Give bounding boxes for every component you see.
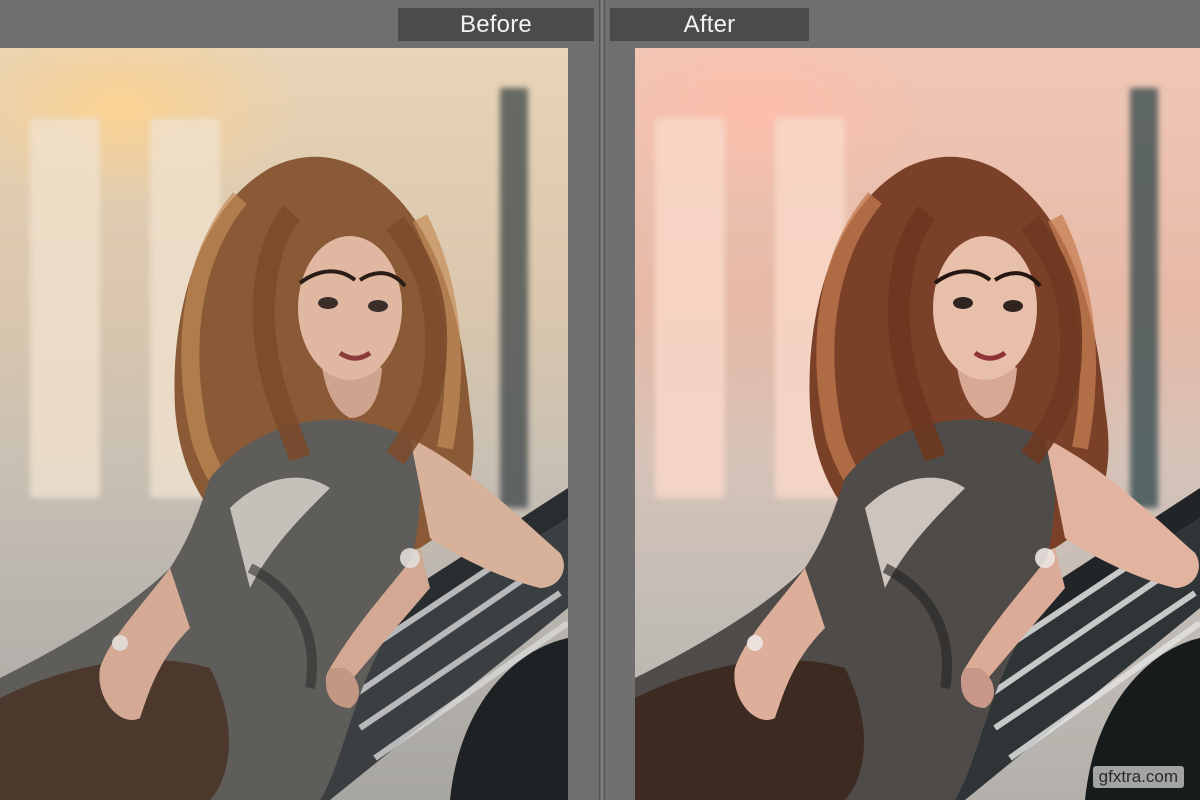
portrait-woman-on-bench bbox=[0, 156, 568, 800]
after-label: After bbox=[610, 8, 809, 41]
portrait-woman-on-bench bbox=[635, 156, 1200, 800]
before-photo bbox=[0, 48, 568, 800]
before-label: Before bbox=[398, 8, 594, 41]
watermark-text: gfxtra.com bbox=[1092, 766, 1184, 788]
before-pane: Before bbox=[0, 0, 599, 800]
before-after-compare-view: Before After gfxtra.com bbox=[0, 0, 1200, 800]
after-photo: gfxtra.com bbox=[635, 48, 1200, 800]
after-pane: After gfxtra.com bbox=[605, 0, 1200, 800]
